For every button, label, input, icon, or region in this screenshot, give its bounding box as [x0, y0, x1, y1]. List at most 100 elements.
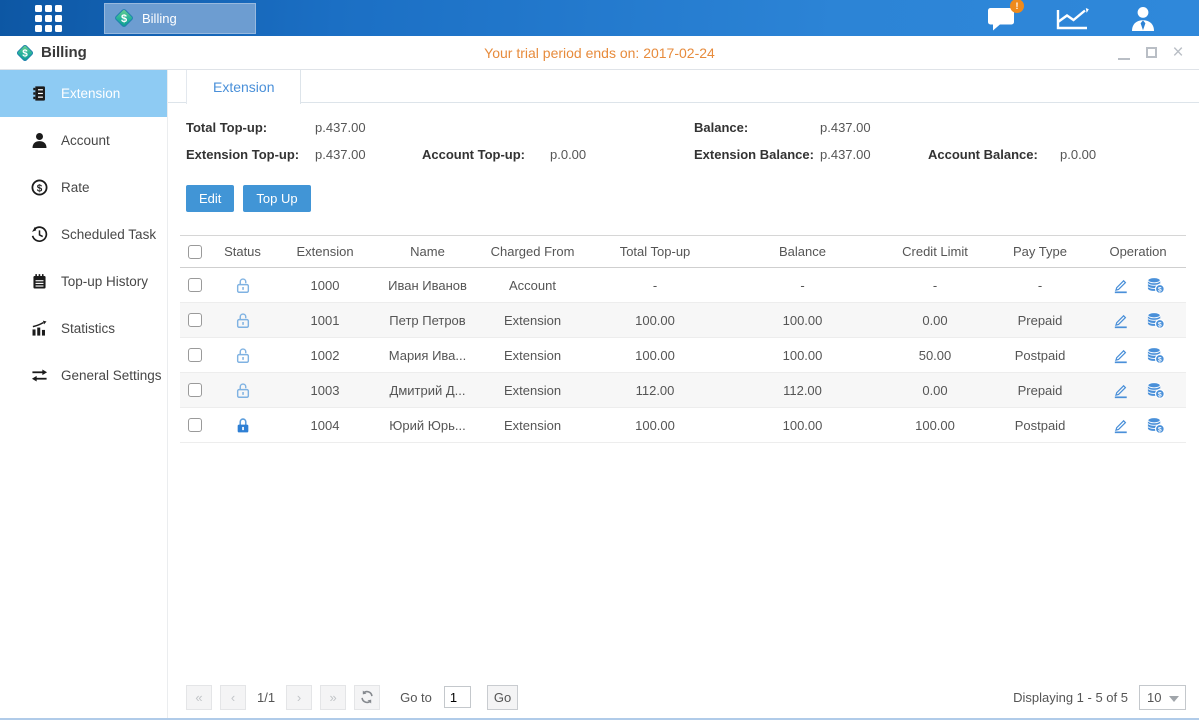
top-up-row-icon[interactable]: $: [1146, 416, 1165, 434]
tab-strip: Extension: [168, 70, 1199, 103]
next-page-button[interactable]: ›: [286, 685, 312, 710]
trial-period-message: Your trial period ends on: 2017-02-24: [0, 45, 1199, 61]
ledger-icon: [31, 85, 48, 102]
edit-row-icon[interactable]: [1112, 382, 1129, 399]
account-topup-label: Account Top-up:: [422, 147, 550, 162]
minimize-button[interactable]: [1117, 46, 1131, 60]
svg-text:$: $: [1158, 286, 1162, 293]
svg-text:$: $: [1158, 391, 1162, 398]
total-topup: 100.00: [585, 348, 725, 363]
table-row: 1000 Иван Иванов Account - - - - $: [180, 268, 1186, 303]
bar-chart-icon: [31, 320, 48, 337]
table-row: 1001 Петр Петров Extension 100.00 100.00…: [180, 303, 1186, 338]
sidebar-item-topup-history[interactable]: Top-up History: [0, 258, 167, 305]
extension-number: 1000: [275, 278, 375, 293]
balance-label: Balance:: [694, 120, 820, 135]
apps-grid-icon[interactable]: [35, 5, 62, 32]
row-checkbox[interactable]: [188, 278, 202, 292]
first-page-button[interactable]: «: [186, 685, 212, 710]
billing-diamond-icon: $: [114, 8, 134, 28]
extension-name: Дмитрий Д...: [375, 383, 480, 398]
go-button[interactable]: Go: [487, 685, 518, 710]
goto-page-input[interactable]: [444, 686, 471, 708]
chevron-down-icon: [1169, 696, 1179, 702]
goto-label: Go to: [400, 690, 432, 705]
top-up-row-icon[interactable]: $: [1146, 346, 1165, 364]
charged-from: Account: [480, 278, 585, 293]
edit-button[interactable]: Edit: [186, 185, 234, 212]
extension-topup-label: Extension Top-up:: [186, 147, 315, 162]
table-body: 1000 Иван Иванов Account - - - - $: [180, 268, 1186, 443]
sidebar-item-account[interactable]: Account: [0, 117, 167, 164]
last-page-button[interactable]: »: [320, 685, 346, 710]
svg-text:$: $: [121, 13, 127, 25]
balance: -: [725, 278, 880, 293]
row-checkbox[interactable]: [188, 383, 202, 397]
close-button[interactable]: ×: [1171, 46, 1185, 60]
table-row: 1002 Мария Ива... Extension 100.00 100.0…: [180, 338, 1186, 373]
column-header-total-topup: Total Top-up: [585, 244, 725, 259]
top-up-button[interactable]: Top Up: [243, 185, 310, 212]
tab-extension[interactable]: Extension: [186, 70, 301, 104]
refresh-button[interactable]: [354, 685, 380, 710]
page-size-select[interactable]: 10: [1139, 685, 1186, 710]
lock-open-icon[interactable]: [235, 311, 251, 330]
total-topup: -: [585, 278, 725, 293]
sidebar-item-general-settings[interactable]: General Settings: [0, 352, 167, 399]
pay-type: Postpaid: [990, 418, 1090, 433]
total-topup-label: Total Top-up:: [186, 120, 315, 135]
sidebar-item-label: Rate: [61, 180, 90, 195]
resource-monitor-icon[interactable]: [1056, 5, 1089, 31]
top-up-row-icon[interactable]: $: [1146, 276, 1165, 294]
extension-number: 1002: [275, 348, 375, 363]
sidebar-item-statistics[interactable]: Statistics: [0, 305, 167, 352]
column-header-credit-limit: Credit Limit: [880, 244, 990, 259]
credit-limit: 0.00: [880, 383, 990, 398]
topbar-right-icons: !: [987, 5, 1157, 31]
sidebar-item-scheduled-task[interactable]: Scheduled Task: [0, 211, 167, 258]
total-topup-value: p.437.00: [315, 120, 422, 135]
table-row: 1004 Юрий Юрь... Extension 100.00 100.00…: [180, 408, 1186, 443]
edit-row-icon[interactable]: [1112, 347, 1129, 364]
sidebar-item-rate[interactable]: $ Rate: [0, 164, 167, 211]
dollar-circle-icon: $: [31, 179, 48, 196]
messages-icon[interactable]: !: [987, 5, 1016, 31]
credit-limit: -: [880, 278, 990, 293]
user-account-icon[interactable]: [1129, 5, 1157, 31]
top-up-row-icon[interactable]: $: [1146, 381, 1165, 399]
arrows-exchange-icon: [31, 367, 48, 384]
notification-badge: !: [1010, 0, 1024, 13]
sidebar-item-label: General Settings: [61, 368, 162, 383]
sidebar-item-label: Top-up History: [61, 274, 148, 289]
lock-closed-icon[interactable]: [235, 416, 251, 435]
clock-history-icon: [31, 226, 48, 243]
row-checkbox[interactable]: [188, 313, 202, 327]
balance: 100.00: [725, 418, 880, 433]
billing-app-window: $ Billing !: [0, 0, 1199, 720]
person-icon: [31, 132, 48, 149]
column-header-extension: Extension: [275, 244, 375, 259]
svg-text:$: $: [37, 183, 43, 194]
edit-row-icon[interactable]: [1112, 277, 1129, 294]
sidebar: Extension Account $ Rate: [0, 70, 168, 718]
row-checkbox[interactable]: [188, 348, 202, 362]
edit-row-icon[interactable]: [1112, 417, 1129, 434]
svg-text:$: $: [1158, 426, 1162, 433]
account-balance-value: p.0.00: [1060, 147, 1186, 162]
edit-row-icon[interactable]: [1112, 312, 1129, 329]
lock-open-icon[interactable]: [235, 346, 251, 365]
page-indicator: 1/1: [257, 690, 275, 705]
sidebar-item-extension[interactable]: Extension: [0, 70, 167, 117]
maximize-button[interactable]: [1144, 46, 1158, 60]
top-up-row-icon[interactable]: $: [1146, 311, 1165, 329]
topbar-tab-billing[interactable]: $ Billing: [104, 3, 256, 34]
select-all-checkbox[interactable]: [188, 245, 202, 259]
lock-open-icon[interactable]: [235, 381, 251, 400]
row-checkbox[interactable]: [188, 418, 202, 432]
displaying-status: Displaying 1 - 5 of 5: [1013, 690, 1128, 705]
pagination-bar: « ‹ 1/1 › » Go t: [180, 682, 1186, 712]
column-header-status: Status: [210, 244, 275, 259]
lock-open-icon[interactable]: [235, 276, 251, 295]
charged-from: Extension: [480, 418, 585, 433]
prev-page-button[interactable]: ‹: [220, 685, 246, 710]
